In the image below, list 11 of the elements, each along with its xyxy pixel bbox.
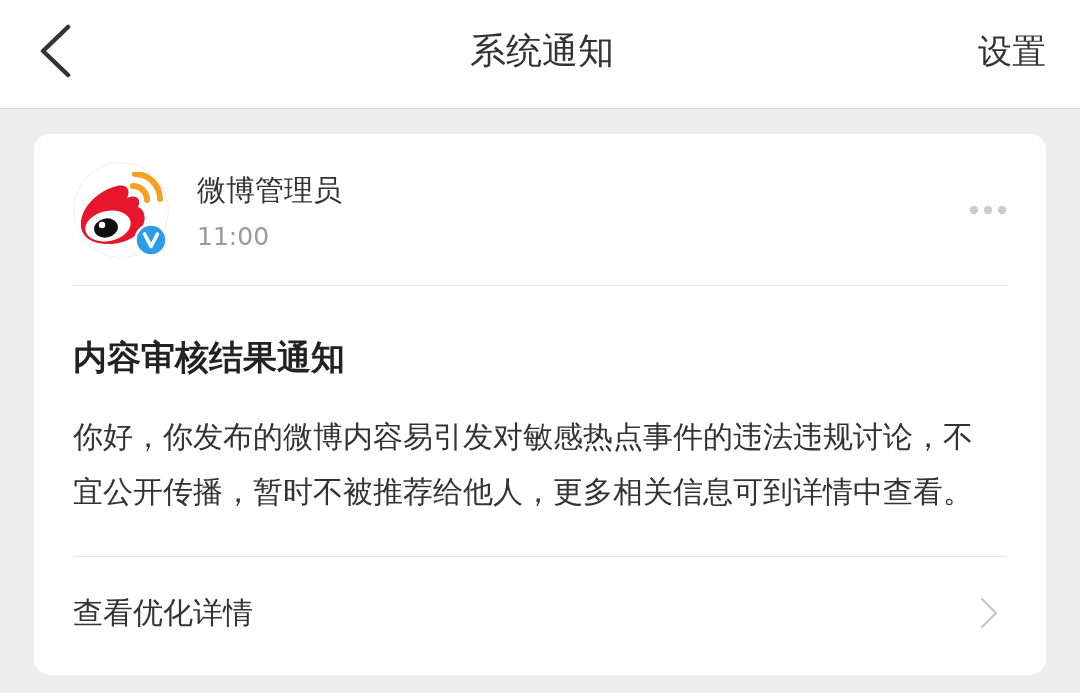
page-title: 系统通知 [470,29,614,73]
sender-name: 微博管理员 [197,172,343,209]
notice-title: 内容审核结果通知 [73,336,346,379]
message-time: 11:00 [197,221,271,253]
settings-button[interactable]: 设置 [978,28,1046,74]
details-link[interactable]: 查看优化详情 [73,557,1007,675]
more-icon [969,205,1007,215]
chevron-right-icon [980,597,998,629]
back-icon [39,24,71,78]
notice-body: 你好，你发布的微博内容易引发对敏感热点事件的违法违规讨论，不宜公开传播，暂时不被推荐给他人，更多相关信息可到详情中查看。 [73,418,974,511]
back-button[interactable] [38,23,72,79]
